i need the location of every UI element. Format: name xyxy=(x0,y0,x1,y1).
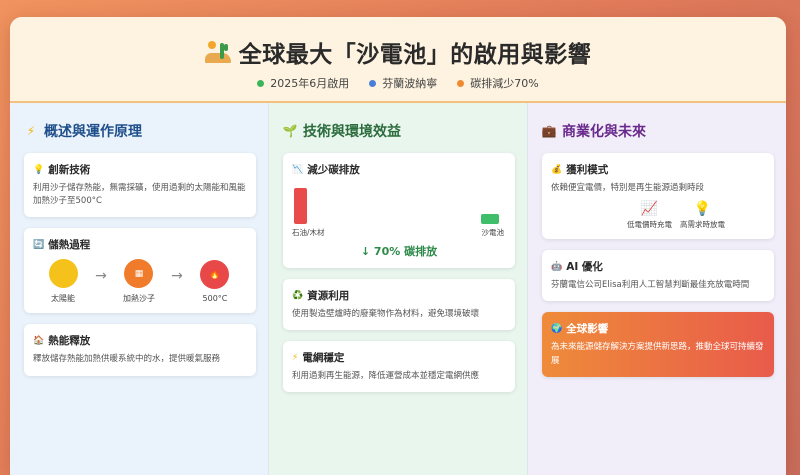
bar-label-sand: 沙電池 xyxy=(481,228,505,237)
house-icon: 🏠 xyxy=(33,335,45,346)
meta-location: 芬蘭波納寧 xyxy=(369,75,437,91)
card-grid-stability: ⚡ 電網穩定 利用過剩再生能源，降低運營成本並穩定電網供應 xyxy=(283,341,515,393)
reduction-text: ↓ 70% 碳排放 xyxy=(360,245,438,258)
emission-comparison: 石油/木材 沙電池 xyxy=(292,182,506,238)
chart-down-icon: 📉 xyxy=(292,164,304,175)
column-benefits: 🌱 技術與環境效益 📉 減少碳排放 石油/木材 沙電池 ↓ 70% 碳排放 ♻️… xyxy=(269,103,528,475)
column-title: 💼 商業化與未來 xyxy=(541,124,646,140)
infographic-frame: 全球最大「沙電池」的啟用與影響 2025年6月啟用 芬蘭波納寧 碳排減少70% … xyxy=(10,17,786,475)
card-ai-optimization: 🤖 AI 優化 芬蘭電信公司Elisa利用人工智慧判斷最佳充放電時間 xyxy=(542,250,774,302)
flow-step-solar: 太陽能 xyxy=(37,259,89,304)
flow-step-temperature: 🔥 500°C xyxy=(189,260,241,303)
profit-items: 📈 低電價時充電 💡 高需求時放電 xyxy=(551,201,765,230)
meta-date: 2025年6月啟用 xyxy=(257,75,349,91)
charge-item: 📈 低電價時充電 xyxy=(627,201,672,230)
page-title: 全球最大「沙電池」的啟用與影響 xyxy=(238,42,592,68)
recycle-icon: ♻️ xyxy=(292,290,304,301)
money-bag-icon: 💰 xyxy=(551,164,563,175)
title-row: 全球最大「沙電池」的啟用與影響 xyxy=(10,17,786,69)
meta-row: 2025年6月啟用 芬蘭波納寧 碳排減少70% xyxy=(10,75,786,91)
bar-sand-battery xyxy=(481,214,499,224)
discharge-item: 💡 高需求時放電 xyxy=(680,201,725,230)
card-heat-release: 🏠 熱能釋放 釋放儲存熱能加熱供暖系統中的水，提供暖氣服務 xyxy=(24,324,256,376)
column-title: ⚡ 概述與運作原理 xyxy=(24,121,256,141)
fire-icon: 🔥 xyxy=(200,260,230,290)
bar-oil-wood xyxy=(294,188,307,224)
column-commercial: 💼 商業化與未來 💰 獲利模式 依賴便宜電價，特別是再生能源過剩時段 📈 低電價… xyxy=(528,103,786,475)
desert-icon xyxy=(204,39,231,65)
bar-label-oil: 石油/木材 xyxy=(292,228,325,237)
card-carbon-reduction: 📉 減少碳排放 石油/木材 沙電池 ↓ 70% 碳排放 xyxy=(283,153,515,268)
briefcase-icon: 💼 xyxy=(541,124,557,138)
globe-icon: 🌍 xyxy=(551,323,563,334)
card-resource-use: ♻️ 資源利用 使用製造壁爐時的廢棄物作為材料，避免環境破壞 xyxy=(283,279,515,331)
lightbulb-icon: 💡 xyxy=(693,201,712,218)
orange-dot-icon xyxy=(457,79,465,87)
blue-dot-icon xyxy=(369,79,377,87)
lightning-icon: ⚡ xyxy=(292,352,299,363)
header: 全球最大「沙電池」的啟用與影響 2025年6月啟用 芬蘭波納寧 碳排減少70% xyxy=(10,17,786,103)
chart-up-icon: 📈 xyxy=(640,201,659,218)
column-title: 🌱 技術與環境效益 xyxy=(282,124,401,140)
green-dot-icon xyxy=(257,79,265,87)
process-flow: 太陽能 → ▦ 加熱沙子 → 🔥 500°C xyxy=(33,257,247,304)
refresh-icon: 🔄 xyxy=(33,239,45,250)
lightbulb-icon: 💡 xyxy=(33,164,45,175)
flow-step-heating: ▦ 加熱沙子 xyxy=(113,259,165,304)
card-innovation: 💡 創新技術 利用沙子儲存熱能，無需採礦，使用過剩的太陽能和風能加熱沙子至500… xyxy=(24,153,256,218)
card-profit-model: 💰 獲利模式 依賴便宜電價，特別是再生能源過剩時段 📈 低電價時充電 💡 高需求… xyxy=(542,153,774,240)
arrow-right-icon: → xyxy=(171,267,183,284)
arrow-right-icon: → xyxy=(95,267,107,284)
card-storage-process: 🔄 儲熱過程 太陽能 → ▦ 加熱沙子 → 🔥 500°C xyxy=(24,228,256,314)
sand-icon: ▦ xyxy=(124,259,154,289)
meta-emission: 碳排減少70% xyxy=(457,75,539,91)
sun-icon xyxy=(48,259,78,289)
seedling-icon: 🌱 xyxy=(282,124,298,138)
robot-icon: 🤖 xyxy=(551,261,563,272)
lightning-icon: ⚡ xyxy=(26,124,36,138)
column-overview: ⚡ 概述與運作原理 💡 創新技術 利用沙子儲存熱能，無需採礦，使用過剩的太陽能和… xyxy=(10,103,269,475)
card-global-impact: 🌍 全球影響 為未來能源儲存解決方案提供新思路，推動全球可持續發展 xyxy=(542,312,774,377)
